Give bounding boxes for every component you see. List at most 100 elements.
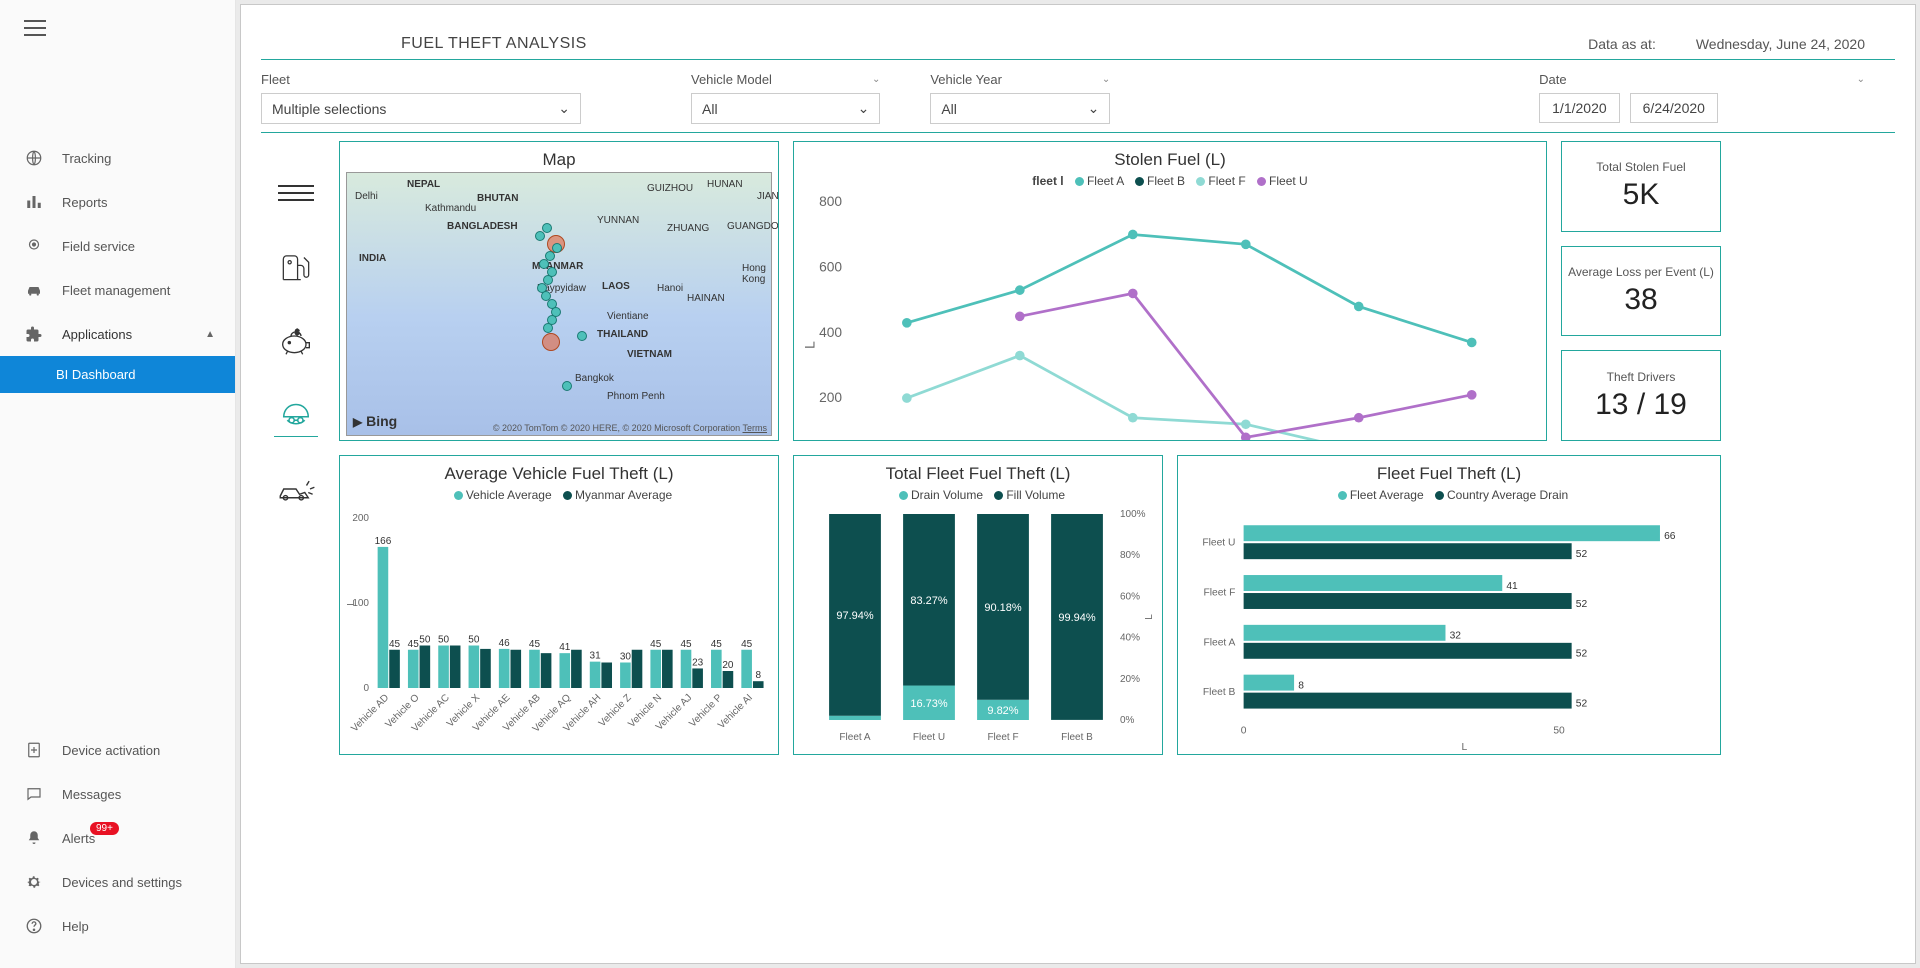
chevron-down-icon: ⌄ (1088, 100, 1100, 117)
map-title: Map (344, 146, 774, 172)
svg-text:8: 8 (1298, 681, 1304, 692)
filters-row: Fleet Multiple selections ⌄ Vehicle Mode… (261, 60, 1895, 133)
filter-date-to[interactable]: 6/24/2020 (1630, 93, 1718, 123)
svg-text:Fleet A: Fleet A (1203, 637, 1235, 648)
chart-legend: Drain Volume Fill Volume (798, 486, 1158, 506)
app-sidebar: Tracking Reports Field service Fleet man… (0, 0, 236, 968)
nav-label: Applications (62, 327, 132, 342)
chart-icon (24, 192, 44, 212)
nav-bi-dashboard[interactable]: BI Dashboard (0, 356, 235, 393)
kpi-theft-drivers: Theft Drivers 13 / 19 (1561, 350, 1721, 441)
svg-text:31: 31 (590, 651, 602, 662)
nav-tracking[interactable]: Tracking (0, 136, 235, 180)
rail-menu-icon[interactable] (274, 171, 318, 215)
stolen-fuel-chart-card: Stolen Fuel (L) fleet l Fleet A Fleet B … (793, 141, 1547, 441)
svg-text:40%: 40% (1120, 633, 1140, 644)
kpi-avg-loss: Average Loss per Event (L) 38 (1561, 246, 1721, 337)
svg-text:66: 66 (1664, 531, 1676, 542)
svg-text:45: 45 (529, 639, 541, 650)
nav-reports[interactable]: Reports (0, 180, 235, 224)
svg-text:20%: 20% (1120, 674, 1140, 685)
chevron-up-icon: ▲ (205, 329, 215, 340)
svg-text:99.94%: 99.94% (1058, 612, 1096, 624)
filter-model-label: Vehicle Model⌄ (691, 72, 880, 87)
chart-title: Fleet Fuel Theft (L) (1182, 460, 1716, 486)
secondary-nav: Device activation Messages Alerts 99+ De… (0, 728, 235, 948)
map-visual[interactable]: NEPAL BHUTAN BANGLADESH INDIA MYANMAR LA… (346, 172, 772, 436)
svg-text:45: 45 (408, 639, 420, 650)
nav-messages[interactable]: Messages (0, 772, 235, 816)
nav-label: Field service (62, 239, 135, 254)
chart-title: Total Fleet Fuel Theft (L) (798, 460, 1158, 486)
nav-device-activation[interactable]: Device activation (0, 728, 235, 772)
rail-piggy-bank-icon[interactable]: $ (274, 319, 318, 363)
svg-text:45: 45 (680, 639, 692, 650)
nav-alerts[interactable]: Alerts 99+ (0, 816, 235, 860)
svg-text:52: 52 (1576, 549, 1588, 560)
filter-model-value: All (702, 101, 718, 117)
nav-help[interactable]: Help (0, 904, 235, 948)
nav-field-service[interactable]: Field service (0, 224, 235, 268)
avg-vehicle-bar-chart[interactable]: 0100200L16645Vehicle AD4550Vehicle O50Ve… (344, 506, 774, 750)
svg-text:52: 52 (1576, 599, 1588, 610)
nav-label: Reports (62, 195, 108, 210)
fleet-fuel-chart-card: Fleet Fuel Theft (L) Fleet Average Count… (1177, 455, 1721, 755)
svg-text:50: 50 (1553, 725, 1565, 736)
svg-text:23: 23 (692, 657, 704, 668)
map-terms-link[interactable]: Terms (743, 423, 768, 433)
nav-label: Device activation (62, 743, 160, 758)
svg-text:9.82%: 9.82% (987, 705, 1018, 717)
filter-year-label: Vehicle Year⌄ (930, 72, 1110, 87)
chevron-down-icon: ⌄ (558, 100, 570, 117)
svg-text:45: 45 (741, 639, 753, 650)
svg-text:400: 400 (819, 325, 842, 340)
svg-text:L: L (1144, 614, 1155, 620)
nav-fleet-management[interactable]: Fleet management (0, 268, 235, 312)
svg-text:L: L (803, 341, 818, 349)
svg-text:Fleet F: Fleet F (1203, 588, 1235, 599)
gear-icon (24, 872, 44, 892)
nav-applications[interactable]: Applications ▲ (0, 312, 235, 356)
svg-text:32: 32 (1450, 631, 1462, 642)
svg-text:Vehicle AD: Vehicle AD (349, 692, 391, 734)
rail-fuel-pump-icon[interactable] (274, 245, 318, 289)
total-fleet-stacked-chart[interactable]: 0%20%40%60%80%100%L97.94%Fleet A83.27%16… (798, 506, 1158, 750)
filter-fleet-dropdown[interactable]: Multiple selections ⌄ (261, 93, 581, 124)
svg-text:45: 45 (389, 639, 401, 650)
globe-icon (24, 148, 44, 168)
svg-text:Fleet B: Fleet B (1203, 687, 1236, 698)
svg-text:83.27%: 83.27% (910, 595, 948, 607)
kpi-column: Total Stolen Fuel 5K Average Loss per Ev… (1561, 141, 1721, 441)
filter-year-dropdown[interactable]: All ⌄ (930, 93, 1110, 124)
svg-text:Fleet A: Fleet A (839, 732, 870, 743)
svg-text:$: $ (295, 327, 300, 336)
svg-text:41: 41 (1506, 581, 1518, 592)
chevron-down-icon: ⌄ (1102, 74, 1110, 85)
svg-text:30: 30 (620, 652, 632, 663)
help-icon (24, 916, 44, 936)
filter-date-from[interactable]: 1/1/2020 (1539, 93, 1620, 123)
filter-year-value: All (941, 101, 957, 117)
svg-text:90.18%: 90.18% (984, 602, 1022, 614)
stolen-fuel-line-chart[interactable]: 0200400600800LJanuaryFebruaryMarchAprilM… (798, 192, 1542, 441)
nav-devices-settings[interactable]: Devices and settings (0, 860, 235, 904)
svg-text:52: 52 (1576, 649, 1588, 660)
sidebar-toggle-icon[interactable] (24, 20, 46, 36)
nav-label: Messages (62, 787, 121, 802)
avg-vehicle-chart-card: Average Vehicle Fuel Theft (L) Vehicle A… (339, 455, 779, 755)
data-as-at-label: Data as at: (1588, 36, 1656, 52)
alerts-badge: 99+ (90, 822, 119, 835)
svg-text:200: 200 (819, 390, 842, 405)
rail-crash-icon[interactable] (274, 467, 318, 511)
bell-icon (24, 828, 44, 848)
car-icon (24, 280, 44, 300)
chart-legend: Fleet Average Country Average Drain (1182, 486, 1716, 506)
fleet-fuel-hbar-chart[interactable]: 050LFleet U6652Fleet F4152Fleet A3252Fle… (1182, 506, 1716, 755)
svg-text:46: 46 (499, 638, 511, 649)
svg-text:50: 50 (468, 635, 480, 646)
filter-model-dropdown[interactable]: All ⌄ (691, 93, 880, 124)
svg-text:0: 0 (1241, 725, 1247, 736)
svg-text:0%: 0% (1120, 715, 1135, 726)
nav-label: Fleet management (62, 283, 170, 298)
rail-thief-icon[interactable] (274, 393, 318, 437)
